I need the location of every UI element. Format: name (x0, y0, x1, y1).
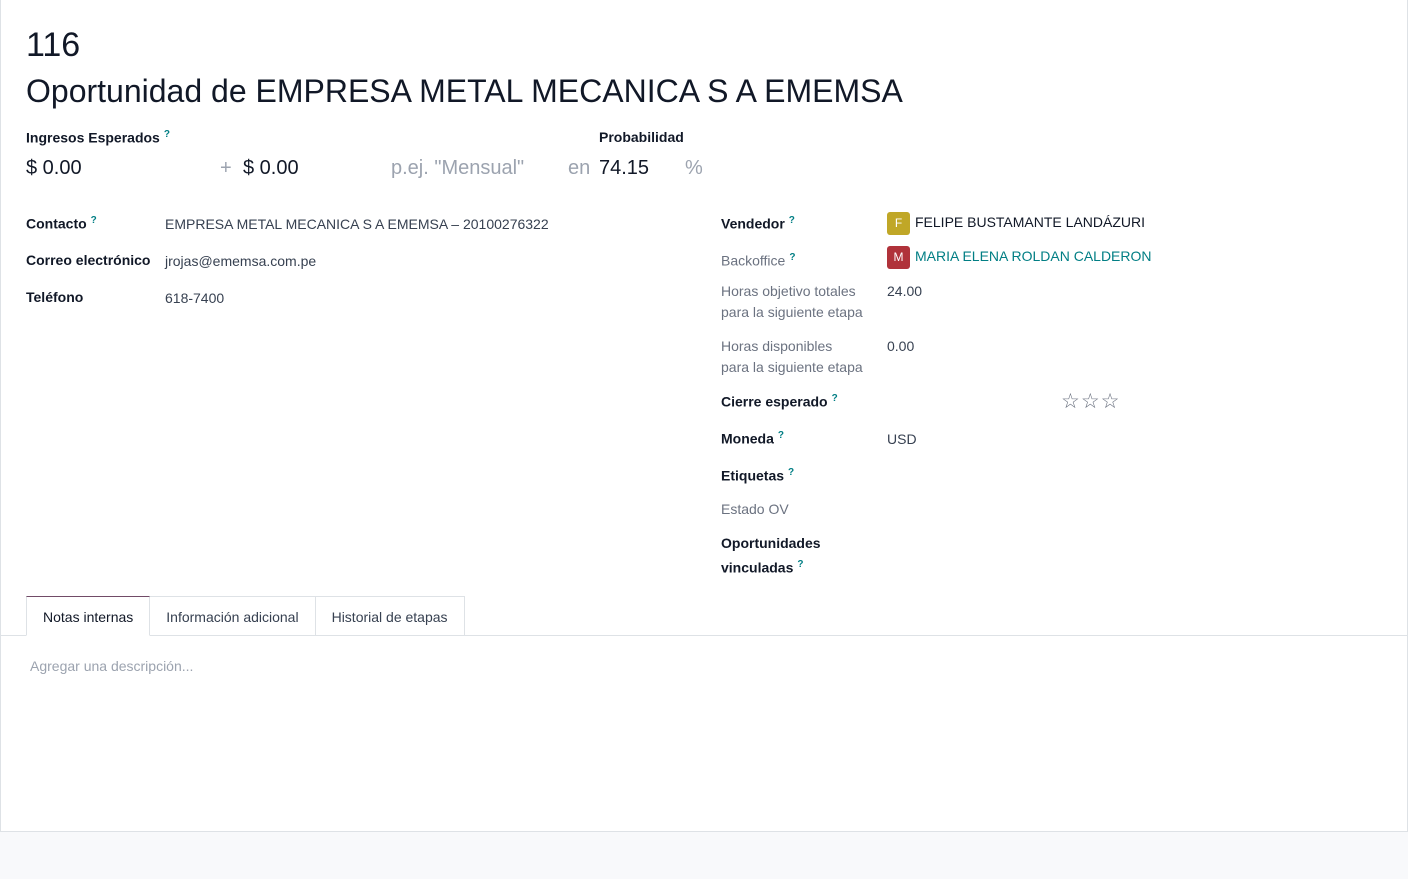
tab-stage-history[interactable]: Historial de etapas (315, 596, 465, 636)
priority-stars[interactable]: ☆☆☆ (1061, 389, 1120, 414)
probability-field[interactable]: 74.15 (599, 157, 649, 180)
help-icon[interactable]: ? (164, 129, 170, 140)
target-hours-field[interactable]: 24.00 (887, 283, 922, 299)
expected-revenue-field[interactable]: $ 0.00 (26, 157, 82, 180)
salesperson-name: FELIPE BUSTAMANTE LANDÁZURI (915, 214, 1146, 231)
phone-label: Teléfono (26, 289, 84, 305)
record-reference: 116 (26, 26, 81, 64)
tab-internal-notes[interactable]: Notas internas (26, 596, 151, 636)
email-label: Correo electrónico (26, 252, 151, 268)
salesperson-label: Vendedor? (721, 215, 795, 232)
opportunity-title[interactable]: Oportunidad de EMPRESA METAL MECANICA S … (26, 73, 903, 110)
avatar: F (887, 212, 910, 235)
available-hours-field[interactable]: 0.00 (887, 338, 914, 354)
help-icon[interactable]: ? (797, 559, 803, 570)
available-hours-label: Horas disponibles para la siguiente etapa (721, 338, 863, 375)
en-label: en (568, 157, 591, 179)
backoffice-link[interactable]: MARIA ELENA ROLDAN CALDERON (915, 248, 1152, 264)
expected-revenue-label: Ingresos Esperados? (26, 129, 170, 146)
phone-field[interactable]: 618-7400 (165, 290, 224, 306)
star-icon[interactable]: ☆ (1101, 389, 1121, 414)
currency-label: Moneda? (721, 430, 784, 447)
percent-sign: % (685, 157, 703, 179)
tags-label: Etiquetas? (721, 467, 795, 484)
contact-label: Contacto? (26, 215, 97, 232)
expected-closing-label: Cierre esperado? (721, 393, 838, 410)
sale-order-status-label: Estado OV (721, 501, 789, 517)
star-icon[interactable]: ☆ (1061, 389, 1081, 414)
linked-opportunities-label: Oportunidades vinculadas? (721, 535, 821, 576)
email-field[interactable]: jrojas@ememsa.com.pe (165, 253, 316, 269)
recurring-plan-field[interactable]: p.ej. "Mensual" (391, 157, 524, 180)
help-icon[interactable]: ? (789, 215, 795, 226)
avatar: M (887, 246, 910, 269)
help-icon[interactable]: ? (91, 215, 97, 226)
recurring-revenue-field[interactable]: $ 0.00 (243, 157, 299, 180)
description-editor[interactable]: Agregar una descripción... (30, 658, 193, 674)
contact-field[interactable]: EMPRESA METAL MECANICA S A EMEMSA – 2010… (165, 216, 549, 232)
notebook-tabs: Notas internas Información adicional His… (26, 596, 465, 636)
probability-label: Probabilidad (599, 129, 684, 145)
currency-field[interactable]: USD (887, 431, 917, 447)
help-icon[interactable]: ? (832, 393, 838, 404)
backoffice-label: Backoffice? (721, 252, 796, 269)
form-sheet: 116 Oportunidad de EMPRESA METAL MECANIC… (0, 0, 1408, 832)
tab-additional-info[interactable]: Información adicional (150, 596, 316, 636)
help-icon[interactable]: ? (789, 252, 795, 263)
star-icon[interactable]: ☆ (1081, 389, 1101, 414)
backoffice-field[interactable]: M MARIA ELENA ROLDAN CALDERON (887, 246, 1152, 269)
target-hours-label: Horas objetivo totales para la siguiente … (721, 283, 863, 320)
help-icon[interactable]: ? (788, 467, 794, 478)
plus-sign: + (220, 157, 232, 179)
help-icon[interactable]: ? (778, 430, 784, 441)
salesperson-field[interactable]: F FELIPE BUSTAMANTE LANDÁZURI (887, 212, 1145, 235)
